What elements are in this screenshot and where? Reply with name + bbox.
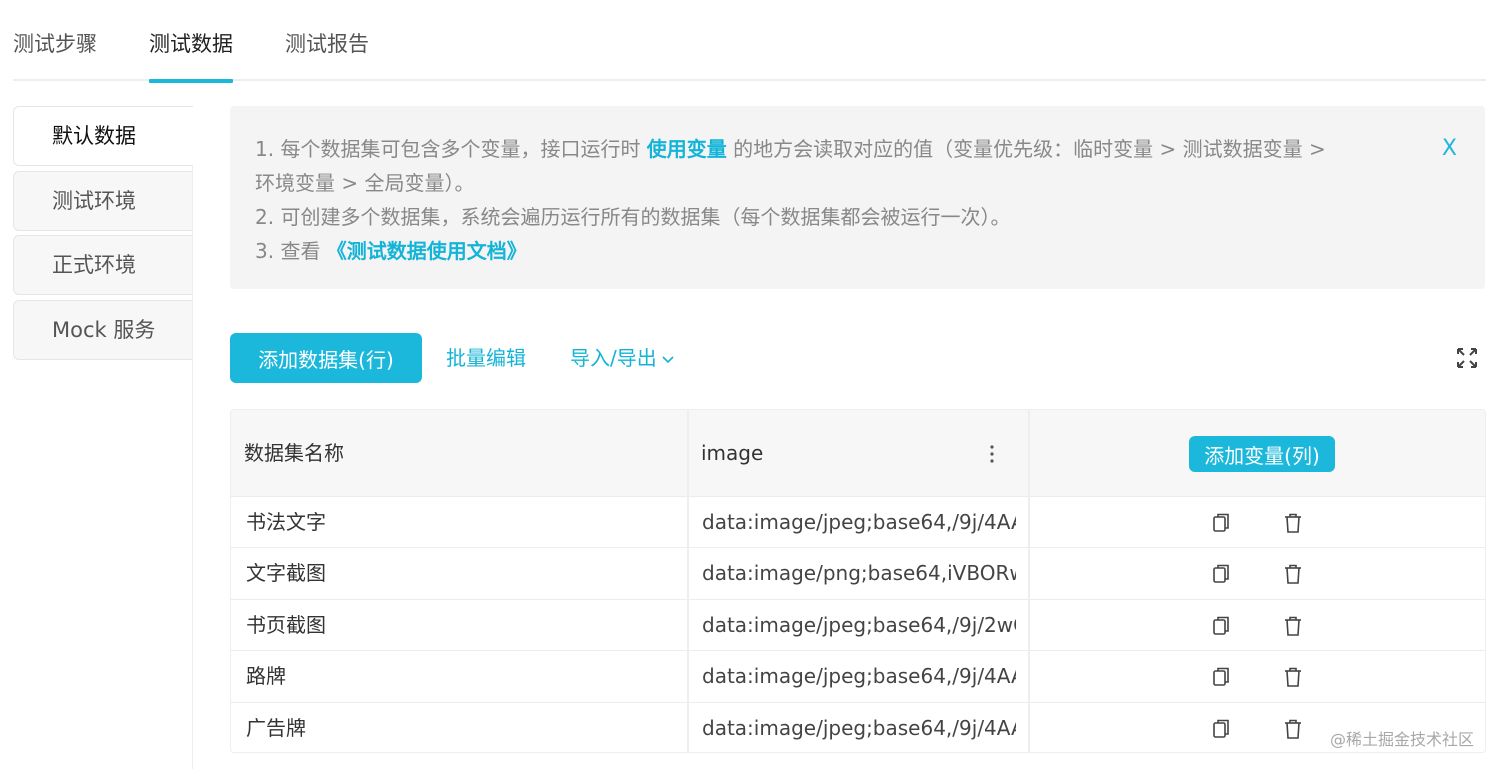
table-row: 广告牌 data:image/jpeg;base64,/9j/4AAQ	[231, 703, 1485, 752]
trash-icon[interactable]	[1283, 666, 1303, 688]
copy-icon[interactable]	[1211, 666, 1231, 688]
dataset-table: 数据集名称 image 添加变量(列) 书法文字 data:image/jpeg…	[230, 409, 1486, 753]
tab-test-steps[interactable]: 测试步骤	[13, 30, 97, 81]
info-line-3: 2. 可创建多个数据集，系统会遍历运行所有的数据集（每个数据集都会被运行一次）。	[255, 205, 1011, 229]
info-line-4: 3. 查看 《测试数据使用文档》	[255, 239, 527, 263]
copy-icon[interactable]	[1211, 718, 1231, 740]
close-icon[interactable]: X	[1442, 132, 1457, 166]
fullscreen-icon[interactable]	[1456, 347, 1478, 369]
copy-icon[interactable]	[1211, 563, 1231, 585]
image-value-cell[interactable]: data:image/jpeg;base64,/9j/4AAQ	[702, 703, 1016, 752]
table-row: 书法文字 data:image/jpeg;base64,/9j/4AAQ	[231, 497, 1485, 549]
sidebar-item-mock-service[interactable]: Mock 服务	[13, 300, 192, 360]
watermark: @稀土掘金技术社区	[1330, 730, 1475, 749]
table-row: 文字截图 data:image/png;base64,iVBORw0	[231, 548, 1485, 600]
info-notice: 1. 每个数据集可包含多个变量，接口运行时 使用变量 的地方会读取对应的值（变量…	[230, 106, 1485, 289]
add-dataset-button[interactable]: 添加数据集(行)	[230, 333, 422, 383]
image-value-cell[interactable]: data:image/png;base64,iVBORw0	[702, 548, 1016, 599]
column-divider[interactable]	[1028, 410, 1030, 752]
image-value-cell[interactable]: data:image/jpeg;base64,/9j/4AAQ	[702, 497, 1016, 548]
import-export-dropdown[interactable]: 导入/导出	[570, 333, 675, 383]
dataset-name-cell[interactable]: 文字截图	[246, 548, 676, 599]
chevron-down-icon	[662, 355, 674, 363]
import-export-label: 导入/导出	[570, 346, 657, 370]
trash-icon[interactable]	[1283, 512, 1303, 534]
header-image: image	[701, 441, 764, 465]
use-variable-link[interactable]: 使用变量	[647, 137, 727, 161]
header-dataset-name: 数据集名称	[244, 441, 344, 465]
tab-test-report[interactable]: 测试报告	[285, 30, 369, 81]
info-line-1: 1. 每个数据集可包含多个变量，接口运行时 使用变量 的地方会读取对应的值（变量…	[255, 137, 1326, 161]
sidebar-item-default-data[interactable]: 默认数据	[13, 106, 193, 166]
dataset-name-cell[interactable]: 广告牌	[246, 703, 676, 752]
column-divider[interactable]	[687, 410, 689, 752]
table-row: 书页截图 data:image/jpeg;base64,/9j/2wCE	[231, 600, 1485, 652]
copy-icon[interactable]	[1211, 512, 1231, 534]
page: 测试步骤 测试数据 测试报告 默认数据 测试环境 正式环境 Mock 服务 1.…	[0, 0, 1512, 769]
table-header: 数据集名称 image 添加变量(列)	[231, 410, 1485, 497]
dataset-name-cell[interactable]: 书页截图	[246, 600, 676, 651]
bulk-edit-button[interactable]: 批量编辑	[446, 333, 526, 383]
sidebar-item-test-env[interactable]: 测试环境	[13, 171, 192, 231]
tab-test-data[interactable]: 测试数据	[149, 30, 233, 83]
more-vertical-icon[interactable]	[984, 443, 1000, 465]
image-value-cell[interactable]: data:image/jpeg;base64,/9j/2wCE	[702, 600, 1016, 651]
test-data-doc-link[interactable]: 《测试数据使用文档》	[327, 239, 527, 263]
top-tabs: 测试步骤 测试数据 测试报告	[13, 0, 1486, 83]
copy-icon[interactable]	[1211, 615, 1231, 637]
dataset-name-cell[interactable]: 书法文字	[246, 497, 676, 548]
environment-sidebar: 默认数据 测试环境 正式环境 Mock 服务	[13, 106, 193, 769]
trash-icon[interactable]	[1283, 615, 1303, 637]
trash-icon[interactable]	[1283, 563, 1303, 585]
sidebar-item-prod-env[interactable]: 正式环境	[13, 235, 192, 295]
add-variable-button[interactable]: 添加变量(列)	[1189, 436, 1335, 472]
trash-icon[interactable]	[1283, 718, 1303, 740]
image-value-cell[interactable]: data:image/jpeg;base64,/9j/4AAQ	[702, 651, 1016, 702]
info-line-2: 环境变量 > 全局变量）。	[255, 171, 475, 195]
dataset-name-cell[interactable]: 路牌	[246, 651, 676, 702]
table-body: 书法文字 data:image/jpeg;base64,/9j/4AAQ 文字截…	[231, 497, 1485, 752]
table-row: 路牌 data:image/jpeg;base64,/9j/4AAQ	[231, 651, 1485, 703]
